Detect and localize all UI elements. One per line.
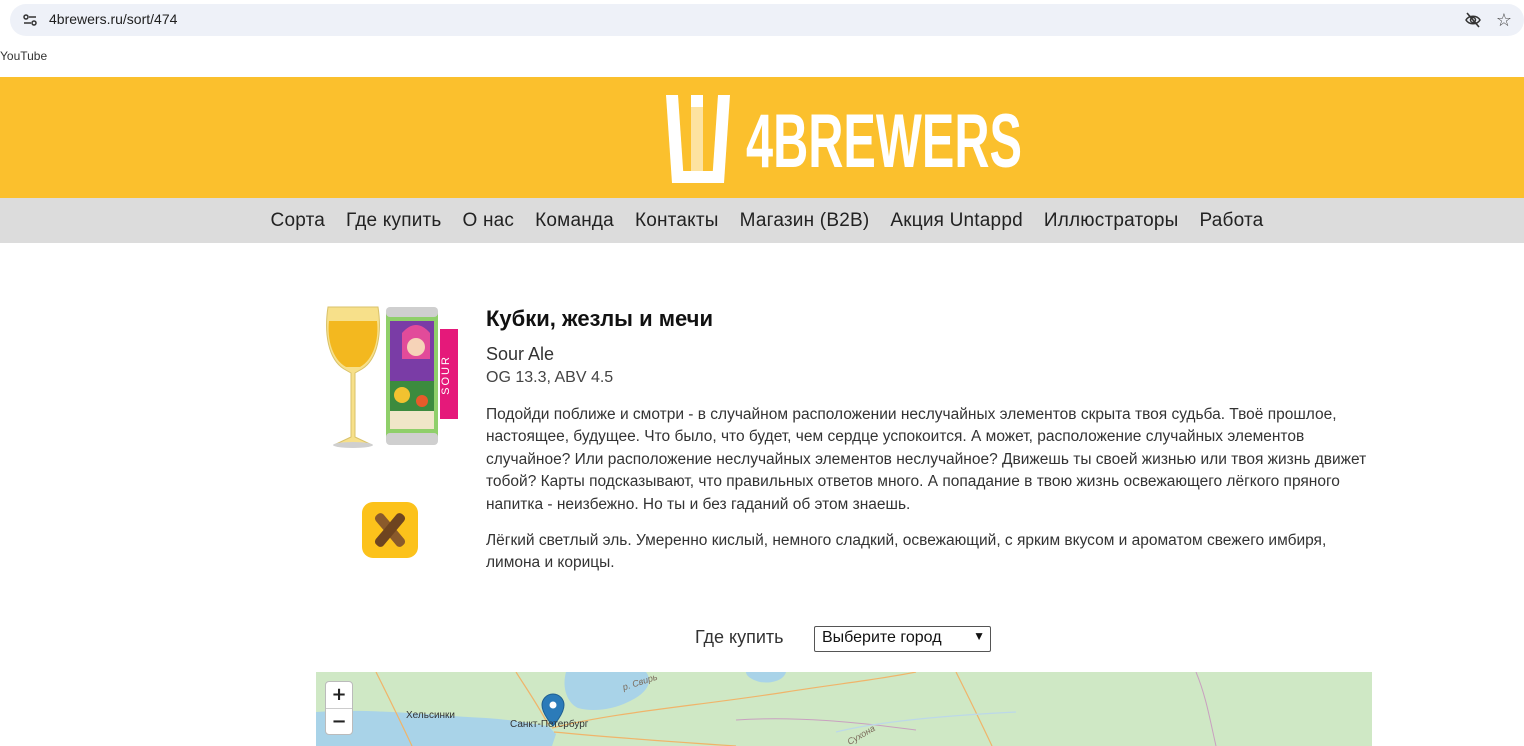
product-title: Кубки, жезлы и мечи [486, 306, 713, 331]
browser-chrome: 4brewers.ru/sort/474 ☆ YouTube [0, 0, 1524, 77]
nav-item-illustrators[interactable]: Иллюстраторы [1033, 210, 1189, 232]
map-label-helsinki: Хельсинки [406, 710, 456, 721]
brand-logo[interactable]: 4BREWERS [664, 93, 1026, 185]
nav-item-team[interactable]: Команда [525, 210, 625, 232]
zoom-out-button[interactable]: − [326, 709, 352, 735]
product-og-abv: OG 13.3, ABV 4.5 [486, 369, 614, 386]
bookmark-star-icon[interactable]: ☆ [1494, 10, 1514, 30]
bookmark-youtube[interactable]: YouTube [0, 49, 47, 63]
nav-item-jobs[interactable]: Работа [1189, 210, 1274, 232]
map[interactable]: + − Хельсинки Санкт-Петербург р. Свирь С… [316, 672, 1372, 746]
city-select[interactable]: Выберите город ▼ [814, 626, 991, 652]
product-style: Sour Ale [486, 344, 555, 364]
where-to-buy: Где купить Выберите город ▼ [0, 626, 1524, 652]
site-header: 4BREWERS [0, 77, 1524, 198]
address-bar[interactable]: 4brewers.ru/sort/474 ☆ [10, 4, 1524, 36]
map-tiles [316, 672, 1372, 746]
untappd-icon[interactable] [362, 502, 418, 558]
where-to-buy-label: Где купить [695, 627, 784, 647]
main-nav: Сорта Где купить О нас Команда Контакты … [0, 198, 1524, 243]
nav-item-contacts[interactable]: Контакты [624, 210, 729, 232]
product-info: Кубки, жезлы и мечи Sour Ale OG 13.3, AB… [486, 304, 1376, 575]
nav-item-where-to-buy[interactable]: Где купить [336, 210, 452, 232]
city-select-value: Выберите город [822, 629, 942, 646]
logo-text: 4BREWERS [746, 99, 1022, 184]
url-text[interactable]: 4brewers.ru/sort/474 [49, 11, 177, 27]
product-summary: Лёгкий светлый эль. Умеренно кислый, нем… [486, 532, 1327, 572]
map-zoom-controls: + − [325, 681, 353, 735]
product-image: SOUR [326, 306, 458, 448]
chevron-down-icon: ▼ [973, 629, 985, 643]
nav-item-shop-b2b[interactable]: Магазин (B2B) [729, 210, 880, 232]
product-description: Подойди поближе и смотри - в случайном р… [486, 406, 1367, 513]
site-info-icon[interactable] [22, 12, 38, 28]
nav-item-untappd-promo[interactable]: Акция Untappd [880, 210, 1033, 232]
eye-off-icon[interactable] [1464, 11, 1482, 29]
can-sour-label: SOUR [440, 355, 452, 395]
nav-item-about[interactable]: О нас [452, 210, 525, 232]
map-label-spb: Санкт-Петербург [510, 719, 589, 730]
zoom-in-button[interactable]: + [326, 682, 352, 708]
nav-item-sorts[interactable]: Сорта [260, 210, 336, 232]
